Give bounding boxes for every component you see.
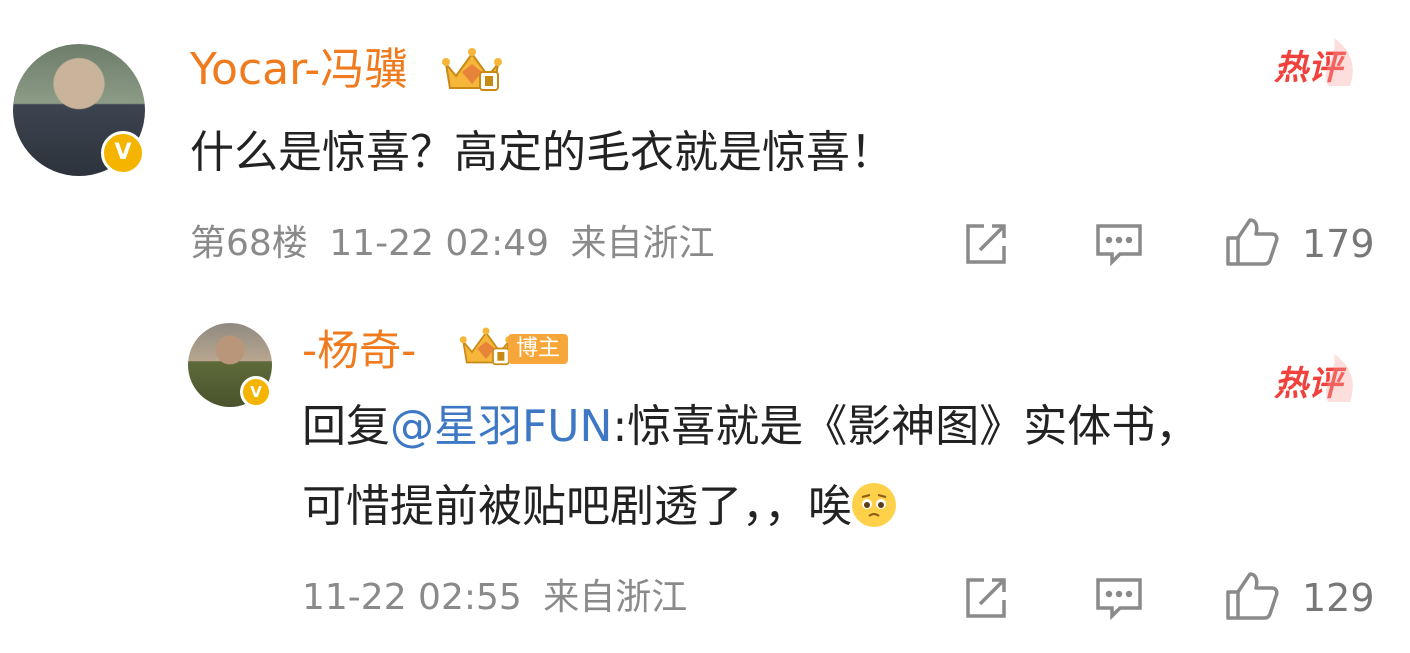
like-count: 129 [1302, 576, 1375, 620]
sad-face-emoji-icon [852, 483, 896, 527]
verified-badge-icon: V [101, 131, 145, 175]
like-icon[interactable] [1224, 570, 1280, 622]
blogger-tag: 博主 [508, 334, 569, 364]
comment-icon[interactable] [1094, 220, 1144, 268]
share-icon[interactable] [962, 220, 1010, 268]
reply-text-line-1: 回复@星羽FUN:惊喜就是《影神图》实体书， [302, 400, 1199, 454]
comment-meta: 第68楼 11-22 02:49 来自浙江 [190, 222, 715, 266]
floor-number: 第68楼 [190, 223, 308, 264]
username[interactable]: -杨奇- [302, 326, 416, 376]
reply-text-line-2: 可惜提前被贴吧剧透了，，唉 [302, 480, 896, 534]
reply-text-continued: 可惜提前被贴吧剧透了，，唉 [302, 481, 852, 532]
reply-text: :惊喜就是《影神图》实体书， [612, 401, 1200, 452]
comment-text: 什么是惊喜？高定的毛衣就是惊喜！ [190, 127, 894, 178]
reply-prefix: 回复 [302, 401, 390, 452]
share-icon[interactable] [962, 574, 1010, 622]
comment-icon[interactable] [1094, 574, 1144, 622]
crown-level-icon [442, 48, 502, 91]
mention-link[interactable]: @星羽FUN [390, 401, 612, 452]
location: 来自浙江 [570, 223, 715, 264]
like-icon[interactable] [1224, 216, 1280, 268]
timestamp: 11-22 02:49 [329, 223, 550, 264]
location: 来自浙江 [543, 577, 688, 618]
username[interactable]: Yocar-冯骥 [190, 44, 408, 96]
hot-flame-icon [1325, 354, 1353, 402]
like-count: 179 [1302, 222, 1375, 266]
comment-meta: 11-22 02:55 来自浙江 [302, 576, 687, 620]
crown-level-icon [459, 327, 513, 366]
verified-badge-icon: V [240, 376, 272, 408]
timestamp: 11-22 02:55 [302, 577, 522, 618]
hot-flame-icon [1325, 38, 1353, 86]
